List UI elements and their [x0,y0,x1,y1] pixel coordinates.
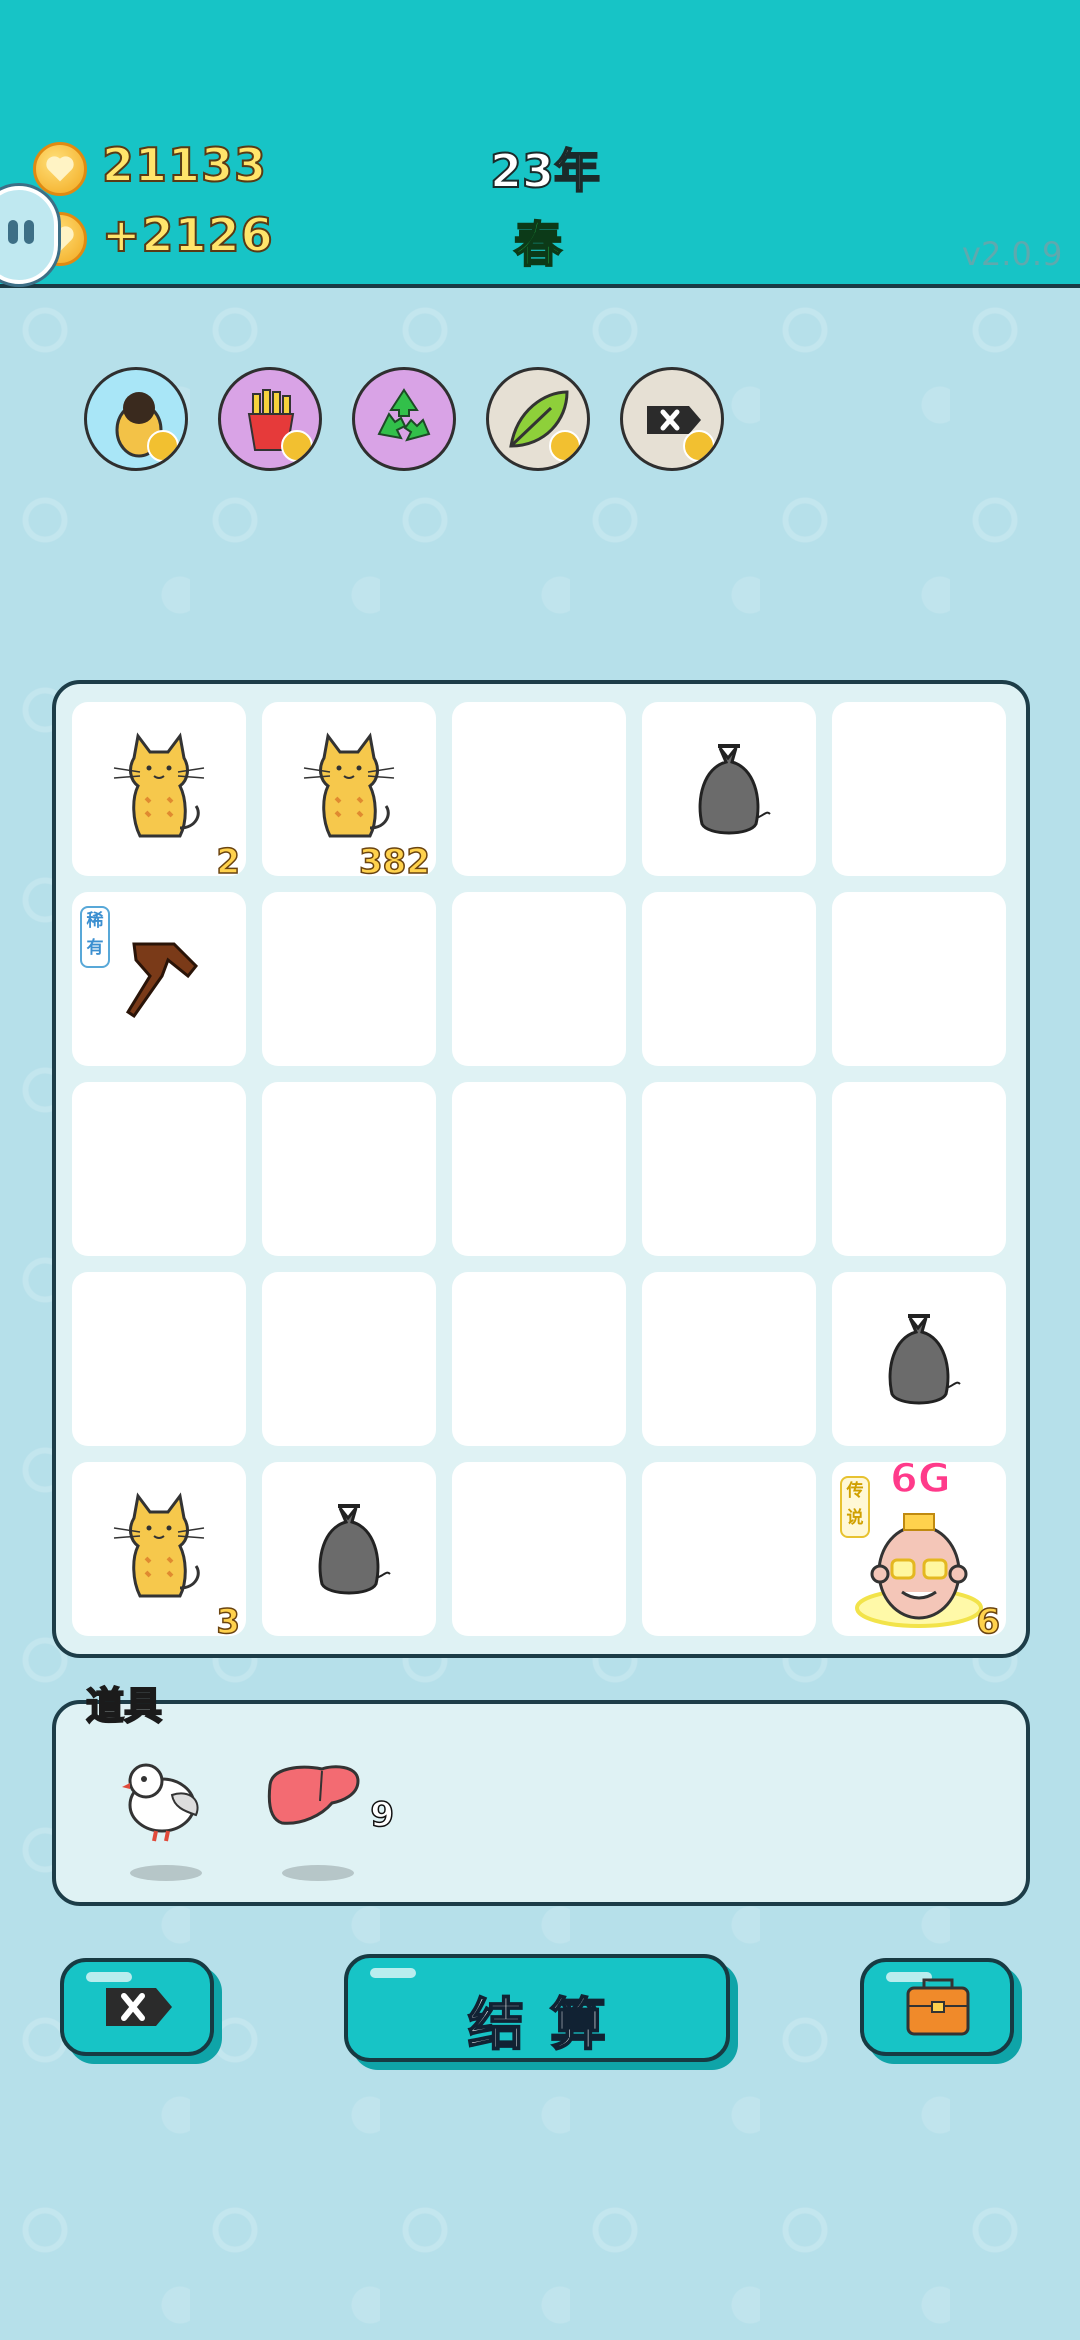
delete-tag-icon [106,1988,172,2026]
board-cell-empty[interactable] [452,1272,626,1446]
board-cell-empty[interactable] [452,702,626,876]
version-label: v2.0.9 [962,235,1063,273]
board-cell-empty[interactable] [832,892,1006,1066]
level-badge: 6G [889,1455,951,1503]
board-cell-empty[interactable] [262,1272,436,1446]
board-cell-hand[interactable]: 稀有 [72,892,246,1066]
bag-button[interactable] [860,1958,1014,2056]
cat-icon [303,732,395,838]
inventory-label: 道具 [85,1683,163,1729]
board-cell-empty[interactable] [642,892,816,1066]
inventory-item-liver[interactable]: 9 [262,1745,402,1885]
cat-plus-button[interactable] [84,367,188,471]
season-label: 春 [513,216,563,274]
stack-count: 6 [976,1601,1001,1643]
settle-button[interactable]: 结算 [344,1954,730,2062]
board-cell-cat[interactable]: 2 [72,702,246,883]
leaf-button[interactable] [486,367,590,471]
garbage-bag-icon [888,1314,961,1405]
side-drawer-tab[interactable] [0,186,58,284]
rarity-tag: 传说 [840,1476,870,1538]
board-cell-empty[interactable] [452,1462,626,1636]
board-cell-empty[interactable] [72,1272,246,1446]
header-bar: 21133 +2126 23年 春 v2.0.9 [0,0,1080,288]
board-cell-garbage-bag[interactable] [642,702,816,876]
board-cell-empty[interactable] [642,1462,816,1636]
year-label: 23年 [489,143,601,199]
board-cell-garbage-bag[interactable] [262,1462,436,1636]
board-cell-empty[interactable] [642,1272,816,1446]
dove-icon [122,1763,199,1842]
fries-button[interactable] [218,367,322,471]
discard-button[interactable] [60,1958,214,2056]
board-cell-empty[interactable] [72,1082,246,1256]
board-cell-empty[interactable] [452,892,626,1066]
cat-icon [113,1492,205,1598]
garbage-bag-icon [318,1504,391,1595]
board-cell-empty[interactable] [832,702,1006,876]
inventory-item-count: 9 [370,1794,395,1836]
coin-balance: 21133 [101,137,268,193]
board-cell-empty[interactable] [262,892,436,1066]
pointing-hand-icon [125,942,199,1019]
garbage-bag-icon [698,744,771,835]
settle-button-label: 结算 [467,1992,632,2059]
stack-count: 2 [216,841,241,883]
board-cell-cat[interactable]: 3 [72,1462,246,1643]
stack-count: 3 [216,1601,241,1643]
coin-icon [33,142,87,196]
stack-count: 382 [358,841,430,883]
recycle-icon [377,388,431,442]
board-cell-cat[interactable]: 382 [262,702,436,883]
inventory-item-dove[interactable] [110,1745,220,1885]
liver-icon [267,1765,360,1825]
board-cell-garbage-bag[interactable] [832,1272,1006,1446]
recycle-button[interactable] [352,367,456,471]
delete-tag-button[interactable] [620,367,724,471]
briefcase-icon [906,1978,970,2036]
income-amount: +2126 [101,207,274,263]
board-cell-empty[interactable] [642,1082,816,1256]
board-cell-empty[interactable] [262,1082,436,1256]
board-cell-empty[interactable] [452,1082,626,1256]
board-cell-old-man[interactable]: 传说 6G 6 [832,1455,1006,1643]
rarity-tag: 稀有 [80,906,110,968]
board-cell-empty[interactable] [832,1082,1006,1256]
cat-icon [113,732,205,838]
